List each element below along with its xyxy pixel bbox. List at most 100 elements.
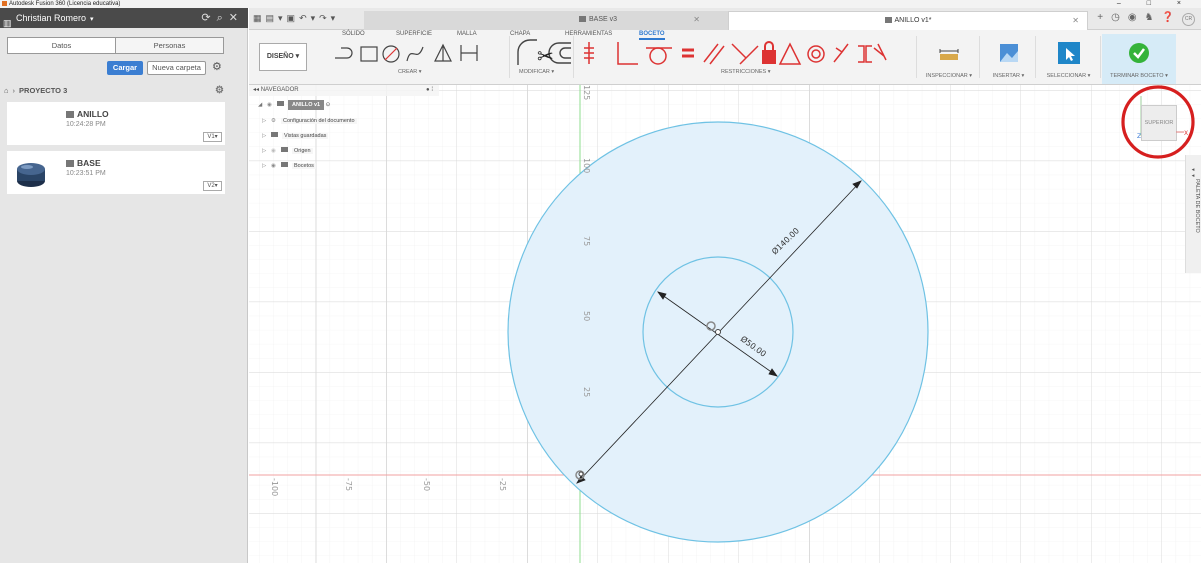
divider [573, 36, 574, 78]
expand-icon[interactable]: ▷ [262, 161, 271, 171]
breadcrumb-project[interactable]: PROYECTO 3 [19, 86, 67, 95]
people-settings-icon[interactable]: ⚙ [215, 84, 224, 98]
insert-button[interactable]: INSERTAR ▾ [986, 34, 1031, 84]
breadcrumb: ⌂ › PROYECTO 3 ⚙ [4, 84, 244, 98]
activate-icon[interactable]: ⊙ [326, 102, 331, 108]
close-icon[interactable]: ✕ [229, 12, 244, 24]
window-controls[interactable]: – □ × [1117, 0, 1193, 8]
notifications-icon[interactable]: ♞ [1145, 12, 1162, 23]
collapse-icon[interactable]: ◂◂ [253, 87, 261, 93]
design-workspace-menu[interactable]: DISEÑO ▾ [259, 43, 307, 71]
version-badge[interactable]: V2▾ [203, 181, 222, 191]
base-thumbnail [17, 163, 45, 187]
navigator-item[interactable]: ▷ ◉ Bocetos [262, 161, 316, 171]
expand-icon[interactable]: ▷ [262, 131, 271, 141]
perpendicular-constraint-icon [731, 43, 759, 65]
gear-icon[interactable]: ⚙ [212, 60, 222, 73]
panel-tab-switch: Datos Personas [7, 37, 224, 54]
file-card[interactable]: BASE 10:23:51 PM V2▾ [7, 151, 225, 194]
finish-sketch-button[interactable]: TERMINAR BOCETO ▾ [1102, 34, 1176, 84]
expand-icon[interactable]: ◢ [258, 100, 267, 110]
component-icon [578, 16, 586, 22]
cursor-icon [1057, 42, 1080, 64]
tab-malla[interactable]: MALLA [457, 31, 477, 37]
navigator-item[interactable]: ▷ Vistas guardadas [262, 131, 329, 141]
inspect-button[interactable]: INSPECCIONAR ▾ [924, 34, 974, 84]
close-icon[interactable]: ✕ [1072, 12, 1079, 29]
modify-tools: ✂ [517, 39, 571, 68]
user-name[interactable]: Christian Romero [16, 13, 86, 23]
navigator-root[interactable]: ◢ ◉ ANILLO v1 ⊙ [258, 100, 330, 110]
select-button[interactable]: SELECCIONAR ▾ [1041, 34, 1096, 84]
search-icon[interactable]: ⌕ [217, 12, 229, 24]
fusion-logo-icon [2, 1, 7, 6]
triangle-constraint-icon [778, 42, 802, 65]
breadcrumb-separator-icon: › [12, 86, 16, 95]
tangent-icon [649, 47, 667, 65]
undo-icon[interactable]: ↶▾ [299, 13, 319, 23]
sketch-palette-label: ◂◂ PALETA DE BOCETO [1190, 167, 1200, 233]
checkmark-icon [1129, 43, 1149, 63]
select-label: SELECCIONAR ▾ [1046, 73, 1091, 79]
panel-tools: ⟳⌕✕ [201, 8, 244, 28]
tick-label-75: 75 [582, 236, 591, 246]
grid-icon[interactable]: ▦ [253, 13, 266, 23]
extensions-icon[interactable]: ◷ [1111, 12, 1128, 23]
tab-solido[interactable]: SÓLIDO [342, 31, 365, 37]
sketch-center-point[interactable] [715, 329, 721, 335]
fix-icon [762, 50, 776, 64]
file-name: BASE [66, 158, 101, 168]
tab-datos[interactable]: Datos [8, 38, 115, 53]
close-icon[interactable]: ✕ [693, 11, 700, 28]
measure-icon [939, 49, 959, 60]
team-icon: ▥ [3, 18, 12, 28]
file-icon[interactable]: ▤▾ [266, 13, 287, 23]
tick-label-neg100: -100 [270, 478, 279, 496]
save-icon[interactable]: ▣ [287, 13, 300, 23]
spline-icon [406, 46, 424, 62]
new-tab-icon[interactable]: + [1097, 12, 1111, 23]
job-status-icon[interactable]: ◉ [1128, 12, 1145, 23]
chevron-down-icon[interactable]: ▾ [90, 16, 94, 23]
eye-off-icon[interactable]: ◉ [271, 146, 281, 156]
navigator-item[interactable]: ▷ ◉ Origen [262, 146, 313, 156]
modify-menu[interactable]: MODIFICAR ▾ [519, 69, 554, 75]
file-card[interactable]: ANILLO 10:24:28 PM V1▾ [7, 102, 225, 145]
refresh-icon[interactable]: ⟳ [201, 12, 216, 24]
symmetry-icon [858, 45, 872, 63]
expand-icon[interactable]: ▷ [262, 116, 271, 126]
document-icon [277, 101, 284, 106]
folder-icon [281, 147, 288, 152]
component-icon [884, 17, 892, 23]
home-icon[interactable]: ⌂ [4, 86, 9, 95]
browser-navigator: ◂◂ NAVEGADOR ● ⁞ ◢ ◉ ANILLO v1 ⊙ ▷ ⚙ Configu… [249, 85, 439, 180]
navigator-pin-icon[interactable]: ● ⁞ [426, 85, 433, 96]
version-badge[interactable]: V1▾ [203, 132, 222, 142]
tab-tools: +◷◉♞❓ CR [1097, 12, 1195, 26]
tab-chapa[interactable]: CHAPA [510, 31, 530, 37]
help-icon[interactable]: ❓ [1162, 12, 1182, 23]
tick-label-125: 125 [582, 85, 591, 100]
redo-icon[interactable]: ↷▾ [319, 13, 339, 23]
expand-icon[interactable]: ▷ [262, 146, 271, 156]
dimension-anchor-point[interactable] [578, 471, 584, 477]
navigator-item[interactable]: ▷ ⚙ Configuración del documento [262, 116, 357, 126]
create-menu[interactable]: CREAR ▾ [398, 69, 422, 75]
upload-button[interactable]: Cargar [107, 61, 143, 75]
component-icon [66, 111, 74, 118]
document-tab-anillo[interactable]: ANILLO v1* ✕ [728, 11, 1088, 30]
finish-sketch-label: TERMINAR BOCETO ▾ [1110, 73, 1168, 79]
tab-superficie[interactable]: SUPERFICIE [396, 31, 432, 37]
file-time: 10:24:28 PM [66, 121, 106, 128]
avatar[interactable]: CR [1182, 13, 1195, 26]
sketch-palette-toggle[interactable]: ◂◂ PALETA DE BOCETO [1185, 155, 1201, 273]
midpoint-icon [833, 43, 849, 63]
window-title: Autodesk Fusion 360 (Licencia educativa) [9, 1, 121, 7]
constraints-menu[interactable]: RESTRICCIONES ▾ [721, 69, 771, 75]
eye-icon[interactable]: ◉ [271, 161, 281, 171]
new-folder-button[interactable]: Nueva carpeta [147, 61, 206, 75]
triangle-icon [434, 43, 452, 62]
file-time: 10:23:51 PM [66, 170, 106, 177]
tab-personas[interactable]: Personas [115, 38, 223, 53]
eye-icon[interactable]: ◉ [267, 100, 277, 110]
